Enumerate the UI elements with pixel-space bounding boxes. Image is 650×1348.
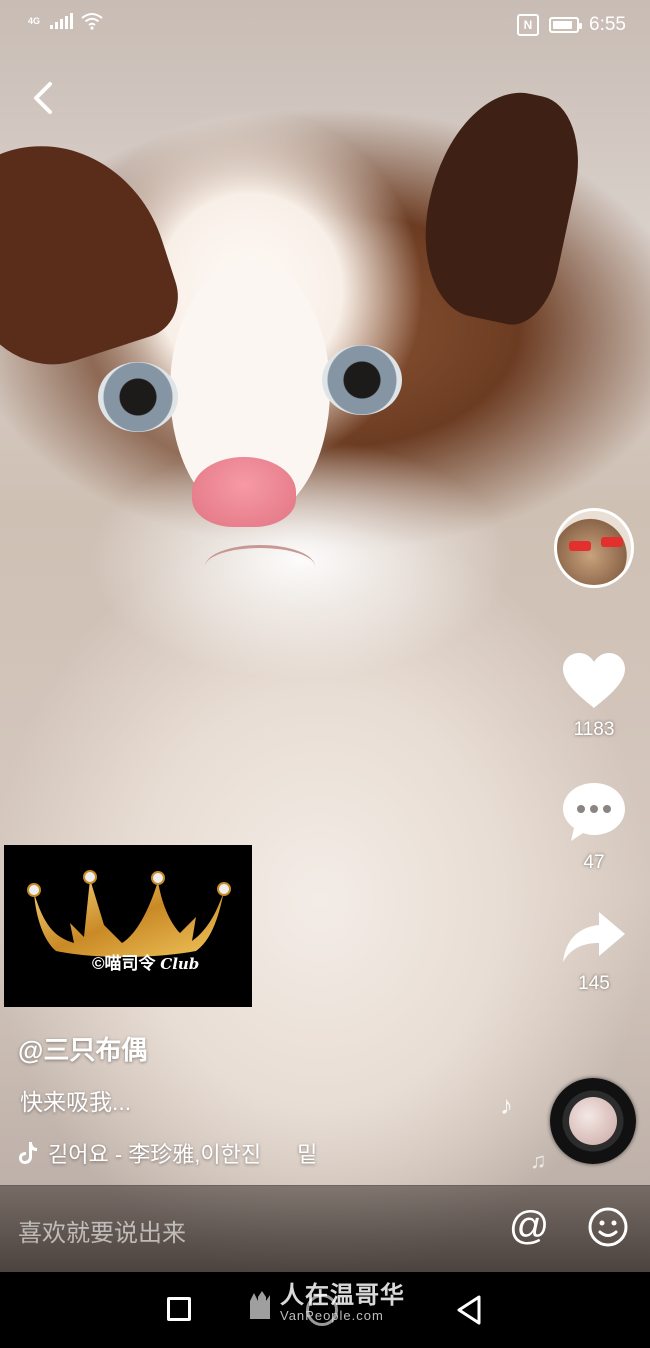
- music-title-overflow: 밑: [297, 1142, 318, 1167]
- speech-bubble-icon: [563, 783, 625, 841]
- wifi-icon: [81, 13, 103, 30]
- music-track[interactable]: 긷어요 - 李珍雅,이한진 밑: [18, 1137, 317, 1169]
- status-bar: 4G N 6:55: [0, 0, 650, 50]
- mention-button[interactable]: @: [506, 1204, 552, 1250]
- crown-icon: [27, 870, 231, 957]
- cat-eye-left: [98, 362, 178, 432]
- status-right: N 6:55: [517, 14, 626, 36]
- share-button[interactable]: 145: [549, 910, 639, 995]
- cat-ear-left: [0, 114, 190, 386]
- music-note-icon: ♪: [500, 1090, 513, 1120]
- music-note-icon: ♫: [530, 1148, 547, 1173]
- watermark-logo-icon: [250, 1290, 270, 1319]
- system-nav-bar: 人在温哥华 VanPeople.com: [0, 1272, 650, 1348]
- like-button[interactable]: 1183: [549, 652, 639, 741]
- author-avatar[interactable]: [554, 508, 634, 588]
- comment-input[interactable]: 喜欢就要说出来: [18, 1213, 186, 1248]
- comment-bar: 喜欢就要说出来 @: [0, 1185, 650, 1273]
- back-button[interactable]: [22, 74, 66, 122]
- music-cover: [569, 1097, 617, 1145]
- author-username[interactable]: @三只布偶: [18, 1030, 147, 1067]
- tiktok-note-icon: [19, 1142, 37, 1164]
- watermark-title: 人在温哥华: [280, 1282, 405, 1309]
- cat-mouth: [205, 545, 315, 588]
- status-left: 4G: [28, 12, 103, 30]
- network-type: 4G: [28, 16, 41, 26]
- battery-icon: [549, 17, 583, 33]
- smiley-icon: [588, 1207, 628, 1247]
- action-column: 1183 47 145: [549, 508, 639, 995]
- watermark-text: 人在温哥华 VanPeople.com: [280, 1282, 405, 1324]
- emoji-button[interactable]: [587, 1206, 629, 1248]
- cat-nose: [192, 457, 296, 527]
- logo-brand: ©喵司令: [92, 954, 156, 973]
- video-caption: 快来吸我...: [20, 1089, 132, 1115]
- share-count: 145: [578, 973, 610, 994]
- site-watermark: 人在温哥华 VanPeople.com: [246, 1284, 405, 1323]
- music-disc[interactable]: [550, 1078, 636, 1164]
- cat-ear-right: [407, 77, 593, 333]
- share-arrow-icon: [563, 912, 625, 962]
- system-back-button[interactable]: [455, 1294, 483, 1331]
- chevron-left-icon: [34, 82, 52, 114]
- nfc-icon: N: [517, 14, 540, 36]
- triangle-back-icon: [457, 1295, 481, 1325]
- clock: 6:55: [589, 14, 626, 35]
- logo-club: Club: [160, 955, 200, 973]
- like-count: 1183: [573, 719, 615, 740]
- video-screen: 4G N 6:55 1183 47 145 ♪ ♫ ©喵司令 Club @三只布…: [0, 0, 650, 1348]
- cat-eye-right: [322, 345, 402, 415]
- comment-count: 47: [583, 852, 605, 873]
- recent-apps-button[interactable]: [167, 1297, 191, 1321]
- battery-level: [553, 21, 572, 29]
- brand-logo-card: ©喵司令 Club: [4, 845, 252, 1007]
- heart-icon: [563, 653, 625, 708]
- cellular-signal-icon: [50, 13, 74, 29]
- music-title: 긷어요 - 李珍雅,이한진: [48, 1142, 262, 1167]
- watermark-subtitle: VanPeople.com: [280, 1308, 384, 1323]
- logo-text: ©喵司令 Club: [92, 949, 199, 974]
- comment-button[interactable]: 47: [549, 781, 639, 874]
